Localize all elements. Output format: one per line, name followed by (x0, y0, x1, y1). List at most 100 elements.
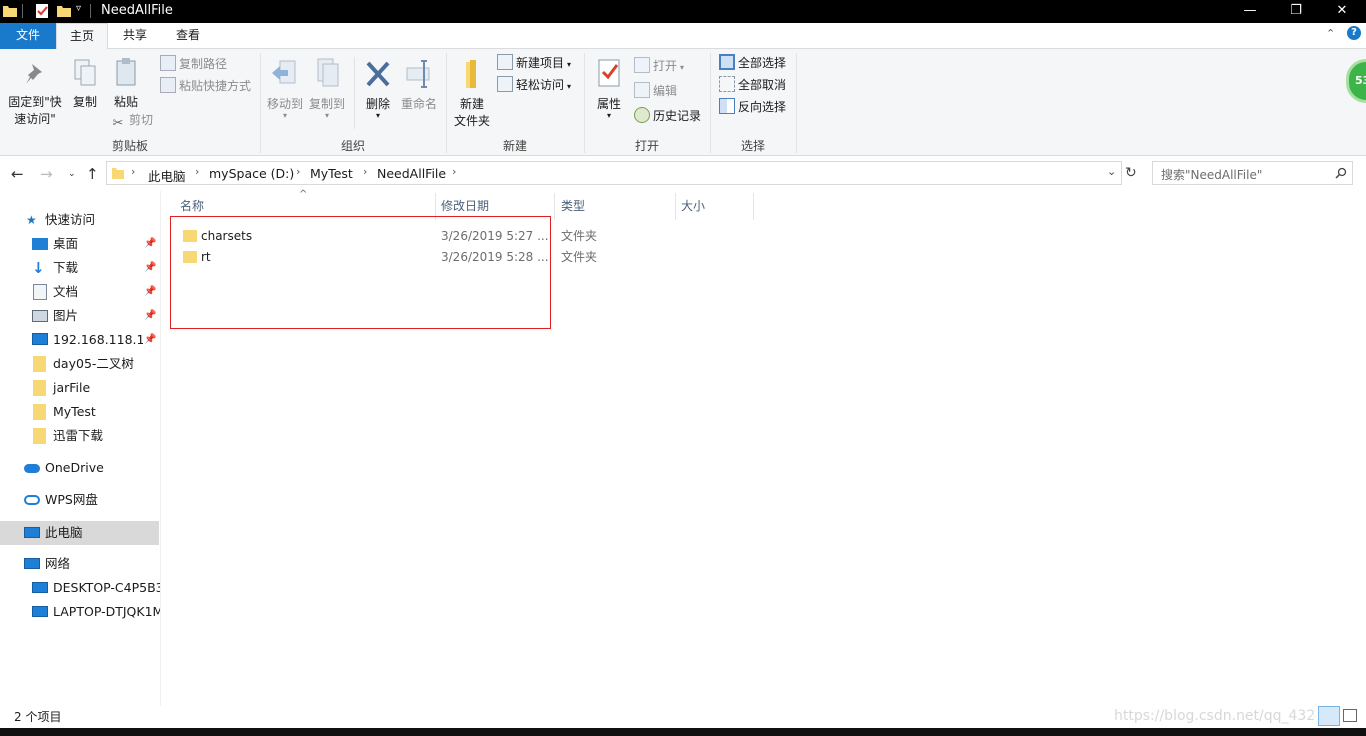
breadcrumb-separator-icon[interactable]: › (296, 165, 300, 178)
tab-view[interactable]: 查看 (162, 23, 214, 49)
tab-file[interactable]: 文件 (0, 23, 56, 49)
breadcrumb-separator-icon[interactable]: › (131, 165, 135, 178)
tab-home[interactable]: 主页 (56, 23, 108, 50)
rename-button[interactable]: 重命名 (399, 57, 439, 113)
large-icons-view-icon[interactable] (1343, 709, 1357, 722)
search-box[interactable]: 搜索"NeedAllFile" (1152, 161, 1353, 185)
pin-label-line-2: 速访问" (14, 112, 56, 126)
properties-quick-icon[interactable] (34, 3, 50, 19)
address-bar[interactable]: › 此电脑 › mySpace (D:) › MyTest › NeedAllF… (106, 161, 1122, 185)
new-folder-button[interactable]: 新建 文件夹 (452, 57, 492, 130)
copy-path-button[interactable]: 复制路径 (160, 54, 227, 74)
nav-item-label: 桌面 (53, 236, 79, 251)
rename-label: 重命名 (400, 97, 437, 111)
close-button[interactable]: ✕ (1319, 0, 1365, 23)
badge-circle[interactable]: 53 (1346, 59, 1366, 103)
properties-button[interactable]: 属性 ▾ (592, 57, 626, 120)
folder-icon (3, 6, 17, 17)
nav-wps[interactable]: WPS网盘 (0, 488, 160, 512)
nav-item-downloads[interactable]: ↓ 下载 📌 (0, 256, 160, 280)
restore-button[interactable]: ❐ (1273, 0, 1319, 23)
invert-selection-button[interactable]: 反向选择 (719, 97, 786, 117)
dropdown-arrow-icon: ▾ (375, 111, 380, 120)
collapse-ribbon-icon[interactable]: ⌃ (1326, 27, 1335, 40)
breadcrumb-mytest[interactable]: MyTest (310, 166, 353, 181)
easy-access-button[interactable]: 轻松访问 ▾ (497, 75, 571, 95)
column-header-size[interactable]: 大小 (681, 196, 705, 220)
nav-item-network-share[interactable]: 192.168.118.128 📌 (0, 328, 160, 352)
nav-item-documents[interactable]: 文档 📌 (0, 280, 160, 304)
watermark-text: https://blog.csdn.net/qq_432 (1114, 708, 1316, 724)
history-button[interactable]: 历史记录 (634, 106, 701, 126)
column-header-type[interactable]: 类型 (561, 196, 585, 220)
column-separator[interactable] (753, 193, 754, 220)
new-folder-quick-icon[interactable] (56, 3, 72, 19)
nav-item-pictures[interactable]: 图片 📌 (0, 304, 160, 328)
computer-icon (32, 606, 48, 617)
nav-item-label: 迅雷下载 (53, 428, 104, 443)
breadcrumb-separator-icon[interactable]: › (363, 165, 367, 178)
nav-computer-desktop[interactable]: DESKTOP-C4P5B3B (0, 576, 160, 600)
forward-arrow-icon[interactable]: → (40, 165, 53, 183)
details-view-icon[interactable] (1318, 706, 1340, 726)
up-arrow-icon[interactable]: ↑ (86, 165, 99, 183)
breadcrumb-separator-icon[interactable]: › (195, 165, 199, 178)
pane-splitter[interactable] (160, 191, 161, 706)
copy-to-button[interactable]: 复制到 ▾ (307, 57, 347, 120)
nav-item-jarfile[interactable]: jarFile (0, 376, 160, 400)
paste-shortcut-button[interactable]: 粘贴快捷方式 (160, 76, 251, 96)
folder-icon (33, 428, 46, 444)
address-history-chevron-icon[interactable]: ⌄ (1107, 165, 1116, 178)
paste-button[interactable]: 粘贴 (108, 55, 144, 111)
column-separator[interactable] (554, 193, 555, 220)
open-button[interactable]: 打开 ▾ (634, 56, 684, 76)
select-none-button[interactable]: 全部取消 (719, 75, 786, 95)
breadcrumb-myspace[interactable]: mySpace (D:) (209, 166, 294, 181)
nav-network[interactable]: 网络 (0, 552, 160, 576)
folder-icon (33, 404, 46, 420)
nav-item-label: day05-二叉树 (53, 356, 134, 371)
pin-quick-access-button[interactable]: 固定到"快 速访问" (4, 61, 66, 128)
recent-locations-chevron-icon[interactable]: ⌄ (68, 169, 76, 179)
nav-item-mytest[interactable]: MyTest (0, 400, 160, 424)
minimize-button[interactable]: — (1227, 0, 1273, 23)
nav-wps-label: WPS网盘 (45, 492, 98, 507)
nav-item-day05[interactable]: day05-二叉树 (0, 352, 160, 376)
search-icon[interactable] (1335, 167, 1347, 179)
nav-computer-laptop[interactable]: LAPTOP-DTJQK1M (0, 600, 160, 624)
copy-label: 复制 (72, 95, 97, 109)
breadcrumb-separator-icon[interactable]: › (452, 165, 456, 178)
new-item-button[interactable]: 新建项目 ▾ (497, 53, 571, 73)
move-to-button[interactable]: 移动到 ▾ (265, 57, 305, 120)
dropdown-arrow-icon: ▾ (680, 63, 685, 72)
delete-button[interactable]: 删除 ▾ (360, 57, 396, 120)
nav-item-thunder-downloads[interactable]: 迅雷下载 (0, 424, 160, 448)
edit-button[interactable]: 编辑 (634, 81, 677, 101)
nav-onedrive[interactable]: OneDrive (0, 456, 160, 480)
refresh-icon[interactable]: ↻ (1125, 165, 1137, 181)
nav-item-label: jarFile (53, 380, 91, 395)
monitor-icon (32, 333, 48, 345)
dropdown-arrow-icon: ▾ (282, 111, 287, 120)
help-icon[interactable]: ? (1347, 26, 1361, 40)
window-title: NeedAllFile (101, 3, 173, 18)
file-type: 文件夹 (561, 250, 598, 264)
breadcrumb-needallfile[interactable]: NeedAllFile (377, 166, 446, 181)
cut-button[interactable]: ✂ 剪切 (110, 110, 153, 131)
customize-quick-access-icon[interactable]: ▿ (76, 3, 81, 14)
tab-share[interactable]: 共享 (110, 23, 160, 49)
paste-label: 粘贴 (113, 95, 138, 109)
folder-icon (33, 356, 46, 372)
breadcrumb-this-pc[interactable]: 此电脑 (148, 166, 186, 185)
column-separator[interactable] (675, 193, 676, 220)
copy-button[interactable]: 复制 (68, 57, 102, 111)
history-label: 历史记录 (653, 109, 702, 123)
back-arrow-icon[interactable]: ← (11, 165, 24, 183)
nav-quick-access[interactable]: ★ 快速访问 (0, 208, 160, 232)
nav-item-desktop[interactable]: 桌面 📌 (0, 232, 160, 256)
nav-this-pc[interactable]: 此电脑 (0, 521, 159, 545)
nav-item-label: MyTest (53, 404, 96, 419)
ribbon-tabs: 文件 主页 共享 查看 ⌃ ? (0, 23, 1366, 50)
select-all-button[interactable]: 全部选择 (719, 53, 786, 73)
pin-icon: 📌 (144, 310, 157, 321)
